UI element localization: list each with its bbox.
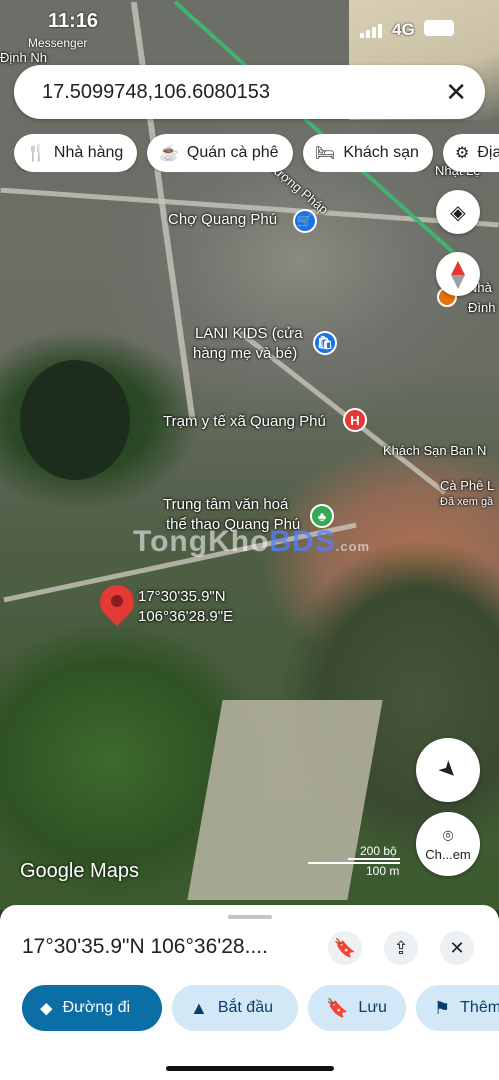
save-place-button[interactable]: 🔖 Lưu	[308, 985, 406, 1031]
pin-lng-label: 106°36'28.9"E	[138, 608, 234, 625]
lens-label: Ch...em	[425, 847, 471, 862]
search-input[interactable]: 17.5099748,106.6080153	[42, 81, 270, 104]
share-button[interactable]: ⇪	[384, 931, 418, 965]
navigation-arrow-icon: ➤	[432, 754, 464, 786]
navigation-arrow-icon: ▲	[190, 997, 208, 1018]
camera-lens-icon: ⌾	[442, 826, 454, 846]
map-label-lani-2[interactable]: hàng mẹ và bé)	[193, 345, 297, 362]
action-row: ⬥ Đường đi ▲ Bắt đầu 🔖 Lưu ⚑ Thêm	[22, 985, 499, 1031]
bookmark-icon: 🔖	[333, 937, 357, 958]
battery-icon	[424, 20, 454, 36]
share-icon: ⇪	[393, 937, 409, 958]
map-label-lani-1[interactable]: LANI KIDS (cửa	[195, 325, 303, 342]
restaurant-icon: 🍴	[26, 145, 46, 162]
pond-area	[20, 360, 130, 480]
close-icon: ✕	[449, 937, 465, 958]
watermark: TongKhoBDS.com	[133, 525, 371, 558]
shopping-cart-icon[interactable]: 🛒	[293, 209, 317, 233]
layers-button[interactable]: ◈	[436, 190, 480, 234]
network-type: 4G	[392, 20, 415, 39]
layers-icon: ◈	[450, 201, 466, 224]
pin-lat-label: 17°30'35.9"N	[138, 588, 226, 605]
lens-button[interactable]: ⌾ Ch...em	[416, 812, 480, 876]
compass-icon	[451, 261, 465, 289]
map-label-dinh[interactable]: Đình	[468, 300, 495, 315]
status-time: 11:16	[48, 10, 99, 32]
map-label-khach-san[interactable]: Khách Sạn Ban N	[383, 443, 486, 458]
scale-bar: 200 bộ 100 m	[308, 844, 408, 878]
directions-button[interactable]: ⬥ Đường đi	[22, 985, 162, 1031]
shopping-bag-icon[interactable]: 🛍	[313, 331, 337, 355]
map-label-cho[interactable]: Chợ Quang Phú	[168, 211, 277, 228]
map-label-tram[interactable]: Trạm y tế xã Quang Phú	[163, 413, 326, 430]
home-indicator	[166, 1066, 334, 1071]
flag-icon: ⚑	[434, 997, 451, 1018]
hospital-icon[interactable]: H	[343, 408, 367, 432]
close-icon[interactable]: ✕	[445, 77, 467, 108]
map-label-dinh-top: Định Nh	[0, 50, 47, 65]
signal-icon	[360, 22, 384, 38]
compass-button[interactable]	[436, 252, 480, 296]
status-bar: 11:16 Messenger 4G	[0, 0, 499, 50]
my-location-button[interactable]: ➤	[416, 738, 480, 802]
map-label-trung-tam-1[interactable]: Trung tâm văn hoá	[163, 496, 288, 513]
chip-hotels[interactable]: 🛏 Khách sạn	[303, 134, 433, 172]
chip-cafes[interactable]: ☕ Quán cà phê	[147, 134, 293, 172]
start-button[interactable]: ▲ Bắt đầu	[172, 985, 298, 1031]
place-coordinates: 17°30'35.9"N 106°36'28....	[22, 935, 268, 958]
bookmark-icon: 🔖	[326, 997, 349, 1018]
back-to-app-link[interactable]: Messenger	[28, 36, 87, 50]
attraction-icon: ⚙	[455, 145, 470, 162]
map-label-da-xem: Đã xem gầ	[440, 496, 494, 508]
category-chips: 🍴 Nhà hàng ☕ Quán cà phê 🛏 Khách sạn ⚙ Địa	[14, 134, 499, 172]
save-button[interactable]: 🔖	[328, 931, 362, 965]
chip-restaurants[interactable]: 🍴 Nhà hàng	[14, 134, 137, 172]
bottom-sheet: 17°30'35.9"N 106°36'28.... 🔖 ⇪ ✕ ⬥ Đường …	[0, 905, 499, 1080]
directions-icon: ⬥	[40, 997, 53, 1018]
location-pin-icon[interactable]	[92, 577, 142, 629]
google-maps-attribution: Google Maps	[20, 860, 139, 882]
hotel-icon: 🛏	[315, 145, 336, 162]
coffee-icon: ☕	[159, 145, 179, 162]
map-label-ca-phe[interactable]: Cà Phê L	[440, 478, 494, 493]
add-label-button[interactable]: ⚑ Thêm	[416, 985, 499, 1031]
search-bar[interactable]: 17.5099748,106.6080153 ✕	[14, 65, 485, 119]
drag-handle[interactable]	[228, 915, 272, 919]
close-sheet-button[interactable]: ✕	[440, 931, 474, 965]
chip-attractions[interactable]: ⚙ Địa	[443, 134, 499, 172]
